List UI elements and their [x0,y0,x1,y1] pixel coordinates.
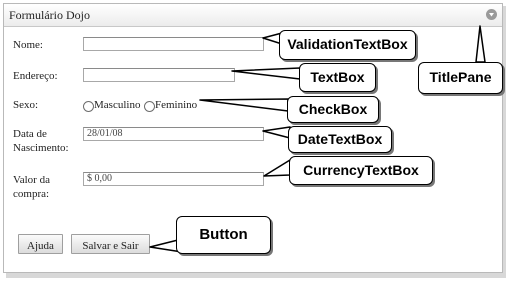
pointer-titlepane [475,25,486,63]
callout-datetextbox: DateTextBox [288,126,392,153]
pointer-currency [263,159,291,177]
callout-button: Button [176,216,271,254]
callout-textbox: TextBox [299,63,376,92]
callout-titlepane: TitlePane [418,62,503,94]
pointer-checkbox [199,98,289,112]
callout-checkbox: CheckBox [287,96,379,123]
callout-validationtextbox: ValidationTextBox [279,30,416,60]
pointer-datetextbox [262,126,291,139]
callout-currencytextbox: CurrencyTextBox [289,156,433,185]
pointer-textbox [231,67,301,80]
